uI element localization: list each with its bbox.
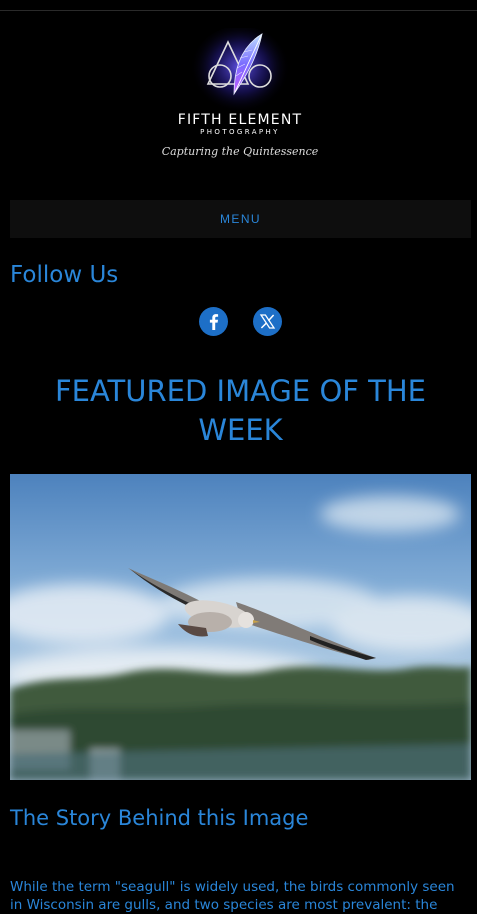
story-heading: The Story Behind this Image bbox=[10, 806, 309, 830]
logo-tagline: Capturing the Quintessence bbox=[161, 145, 319, 158]
follow-us-heading: Follow Us bbox=[10, 262, 119, 288]
facebook-icon bbox=[209, 314, 219, 330]
site-logo[interactable]: FIFTH ELEMENT PHOTOGRAPHY Capturing the … bbox=[160, 28, 320, 173]
featured-photo[interactable] bbox=[10, 474, 471, 780]
x-twitter-link[interactable] bbox=[253, 307, 282, 336]
featured-image-heading: FEATURED IMAGE OF THE WEEK bbox=[54, 374, 427, 447]
seagull-photo-image bbox=[10, 474, 471, 780]
header-divider bbox=[0, 10, 477, 11]
logo-name-text: FIFTH ELEMENT bbox=[177, 112, 303, 128]
x-twitter-icon bbox=[259, 314, 276, 329]
logo-sub-text: PHOTOGRAPHY bbox=[200, 128, 280, 136]
facebook-link[interactable] bbox=[199, 307, 228, 336]
menu-button[interactable]: MENU bbox=[10, 200, 471, 238]
menu-label: MENU bbox=[220, 212, 261, 226]
feather-logo-icon bbox=[190, 28, 290, 118]
story-paragraph: While the term "seagull" is widely used,… bbox=[10, 879, 455, 913]
